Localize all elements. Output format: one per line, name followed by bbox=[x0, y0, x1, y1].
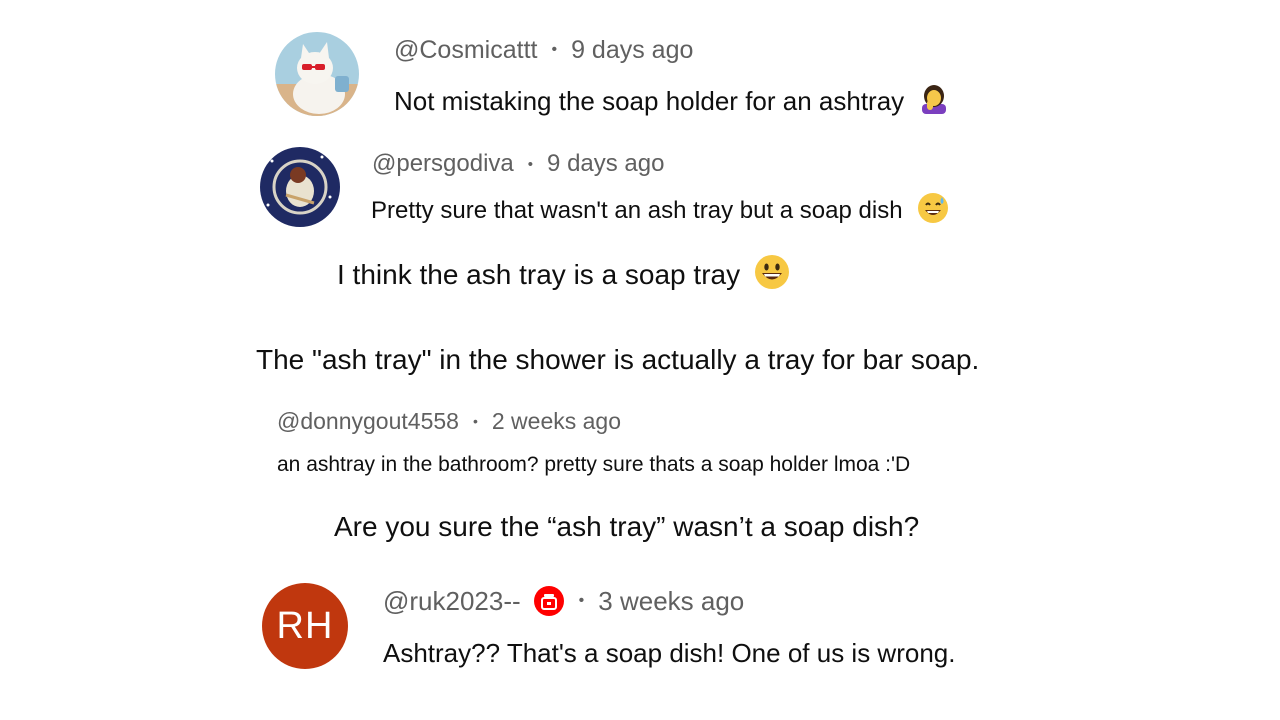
comment-handle[interactable]: @ruk2023-- bbox=[383, 586, 521, 617]
avatar-ruk2023[interactable]: RH bbox=[262, 583, 348, 669]
separator-dot: • bbox=[578, 592, 585, 609]
caption-line-3: Are you sure the “ash tray” wasn’t a soa… bbox=[334, 511, 920, 542]
comment-text: an ashtray in the bathroom? pretty sure … bbox=[277, 453, 911, 476]
member-badge-icon bbox=[533, 585, 565, 617]
comment-text: Pretty sure that wasn't an ash tray but … bbox=[371, 192, 949, 227]
caption-line-2: The "ash tray" in the shower is actually… bbox=[256, 344, 980, 375]
comment-handle[interactable]: @persgodiva bbox=[372, 150, 514, 178]
comment-handle[interactable]: @Cosmicattt bbox=[394, 36, 537, 65]
art-avatar-icon bbox=[260, 147, 340, 227]
avatar-cosmicattt[interactable] bbox=[275, 32, 359, 116]
comment-text: Ashtray?? That's a soap dish! One of us … bbox=[383, 638, 956, 668]
comment-handle[interactable]: @donnygout4558 bbox=[277, 408, 459, 435]
grinning-sweat-icon bbox=[917, 192, 949, 231]
caption-text: I think the ash tray is a soap tray bbox=[337, 259, 741, 290]
facepalm-woman-icon bbox=[918, 82, 950, 121]
caption-line-1: I think the ash tray is a soap tray bbox=[337, 254, 790, 297]
comment-meta: @persgodiva • 9 days ago bbox=[372, 148, 664, 180]
comment-time[interactable]: 2 weeks ago bbox=[492, 408, 621, 435]
comment-time[interactable]: 9 days ago bbox=[547, 150, 664, 178]
grinning-face-icon bbox=[754, 254, 790, 297]
avatar-persgodiva[interactable] bbox=[260, 147, 340, 227]
avatar-initials: RH bbox=[276, 604, 334, 647]
comment-meta: @donnygout4558 • 2 weeks ago bbox=[277, 406, 621, 436]
separator-dot: • bbox=[472, 413, 478, 429]
comment-body: Pretty sure that wasn't an ash tray but … bbox=[371, 197, 903, 224]
comment-time[interactable]: 9 days ago bbox=[571, 36, 693, 65]
cat-avatar-icon bbox=[275, 32, 359, 116]
comment-body: Not mistaking the soap holder for an ash… bbox=[394, 85, 905, 116]
separator-dot: • bbox=[527, 155, 534, 173]
comment-time[interactable]: 3 weeks ago bbox=[598, 586, 744, 617]
comment-meta: @Cosmicattt • 9 days ago bbox=[394, 34, 693, 66]
comment-text: Not mistaking the soap holder for an ash… bbox=[394, 84, 950, 118]
separator-dot: • bbox=[551, 41, 558, 58]
comment-meta: @ruk2023-- • 3 weeks ago bbox=[383, 584, 744, 618]
